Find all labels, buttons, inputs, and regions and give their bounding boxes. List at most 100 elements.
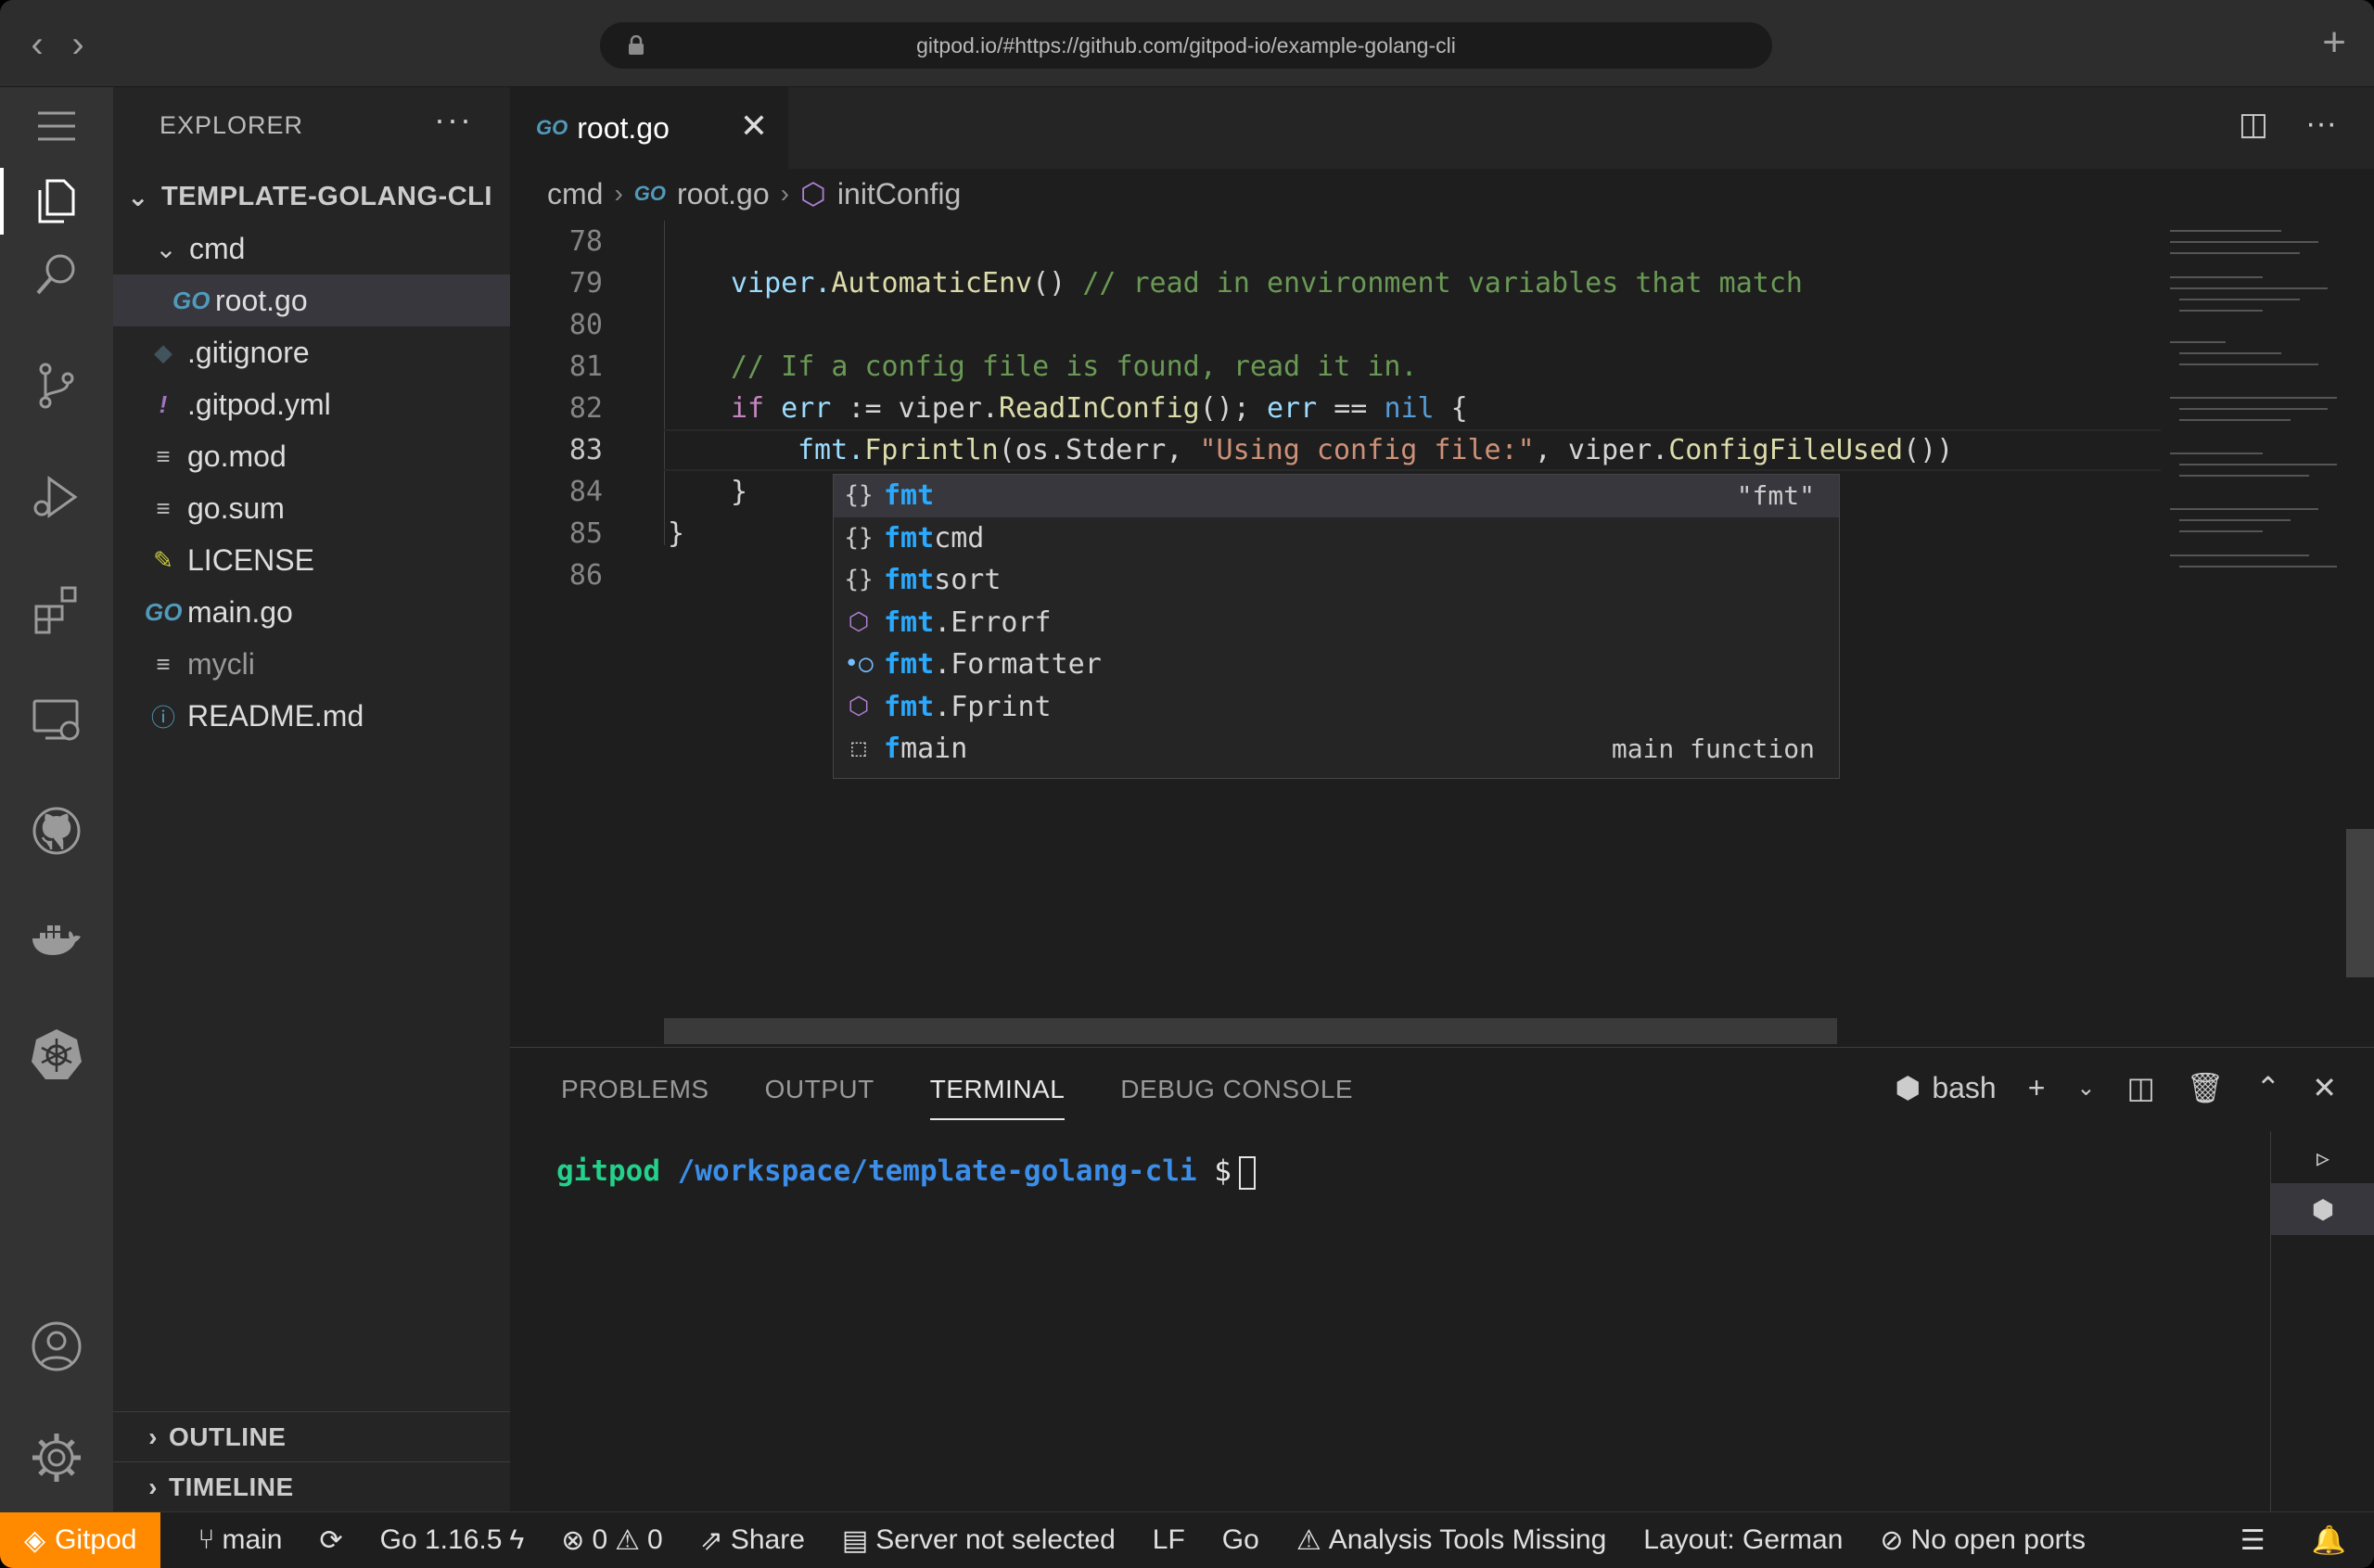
code-line-current: 83 fmt.Fprintln(os.Stderr, "Using config …	[510, 429, 2161, 471]
chevron-down-icon: ⌄	[155, 234, 177, 263]
terminal-instance-icon[interactable]: ⬢	[2271, 1183, 2374, 1235]
tree-item-go-mod[interactable]: ≡ go.mod	[113, 430, 510, 482]
split-terminal-icon[interactable]: ◫	[2127, 1070, 2155, 1105]
new-tab-icon[interactable]: +	[2322, 22, 2346, 63]
feedback-icon[interactable]: ☰	[2240, 1524, 2266, 1557]
terminal-launch-icon[interactable]: ▹	[2271, 1131, 2374, 1183]
tab-output[interactable]: OUTPUT	[765, 1048, 874, 1131]
docker-icon[interactable]	[23, 909, 90, 975]
settings-gear-icon[interactable]	[23, 1424, 90, 1491]
autocomplete-suggestions: {} fmt "fmt" {} fmtcmd {} fmtsort ⬡ fmt.…	[833, 474, 1840, 779]
terminal-shell-selector[interactable]: ⬢ bash	[1895, 1070, 1996, 1105]
share-icon: ⇗	[699, 1524, 723, 1556]
remote-explorer-icon[interactable]	[23, 686, 90, 753]
close-icon[interactable]: ✕	[2312, 1070, 2337, 1105]
sidebar-title: EXPLORER	[160, 111, 304, 139]
root-folder[interactable]: ⌄ TEMPLATE-GOLANG-CLI	[113, 171, 510, 223]
warning-icon: ⚠	[1295, 1524, 1321, 1556]
tree-item-label: root.go	[215, 283, 308, 317]
go-file-icon: GO	[145, 597, 183, 626]
chevron-right-icon: ›	[148, 1421, 158, 1451]
trash-icon[interactable]: 🗑	[2187, 1070, 2225, 1105]
menu-icon[interactable]	[23, 93, 90, 159]
new-terminal-icon[interactable]: +	[2028, 1071, 2046, 1105]
eol-indicator[interactable]: LF	[1153, 1524, 1185, 1556]
line-number: 78	[568, 225, 603, 258]
panel-actions: ⬢ bash + ⌄ ◫ 🗑 ⌃ ✕	[1895, 1070, 2337, 1105]
tree-item-readme[interactable]: ⓘ README.md	[113, 690, 510, 742]
suggestion-item[interactable]: •○ fmt.Formatter	[834, 644, 1839, 686]
vertical-scrollbar[interactable]	[2346, 829, 2374, 977]
forward-icon[interactable]: ›	[59, 26, 96, 63]
breadcrumb-item[interactable]: cmd	[547, 177, 603, 211]
maximize-panel-icon[interactable]: ⌃	[2255, 1070, 2280, 1105]
line-number: 83	[568, 434, 603, 466]
suggestion-item[interactable]: {} fmt "fmt"	[834, 475, 1839, 517]
analysis-tools-indicator[interactable]: ⚠ Analysis Tools Missing	[1296, 1524, 1606, 1557]
code-line: 79 viper.AutomaticEnv() // read in enviro…	[510, 262, 2161, 304]
run-debug-icon[interactable]	[23, 464, 90, 530]
tree-item-license[interactable]: ✎ LICENSE	[113, 534, 510, 586]
tree-item-label: mycli	[187, 646, 255, 681]
extensions-icon[interactable]	[23, 575, 90, 642]
breadcrumb-item[interactable]: initConfig	[837, 177, 961, 211]
tab-terminal[interactable]: TERMINAL	[929, 1048, 1066, 1131]
tree-item-go-sum[interactable]: ≡ go.sum	[113, 482, 510, 534]
warning-icon: ⚠	[615, 1524, 641, 1556]
share-button[interactable]: ⇗ Share	[700, 1524, 805, 1557]
keyboard-layout[interactable]: Layout: German	[1643, 1524, 1843, 1556]
server-indicator[interactable]: ▤ Server not selected	[842, 1524, 1116, 1557]
tab-root-go[interactable]: GO root.go ✕	[510, 87, 788, 169]
tab-debug-console[interactable]: DEBUG CONSOLE	[1120, 1048, 1353, 1131]
horizontal-scrollbar[interactable]	[664, 1018, 1837, 1044]
suggestion-item[interactable]: {} fmtcmd	[834, 517, 1839, 560]
suggestion-item[interactable]: ⬡ fmt.Fprint	[834, 686, 1839, 729]
outline-section[interactable]: › OUTLINE	[113, 1411, 510, 1461]
language-indicator[interactable]: Go	[1222, 1524, 1259, 1556]
more-actions-icon[interactable]: ···	[434, 100, 473, 139]
terminal-prompt: $	[1214, 1154, 1232, 1188]
close-icon[interactable]: ✕	[740, 108, 768, 145]
tree-item-label: .gitignore	[187, 335, 310, 369]
search-icon[interactable]	[23, 241, 90, 308]
account-icon[interactable]	[23, 1313, 90, 1380]
ports-indicator[interactable]: ⊘ No open ports	[1880, 1524, 2086, 1557]
address-bar[interactable]: gitpod.io/#https://github.com/gitpod-io/…	[600, 22, 1772, 69]
tab-label: root.go	[577, 110, 670, 145]
more-actions-icon[interactable]: ···	[2305, 106, 2337, 143]
explorer-icon[interactable]	[23, 168, 90, 235]
problems-indicator[interactable]: ⊗ 0 ⚠ 0	[561, 1524, 662, 1557]
notifications-bell-icon[interactable]: 🔔	[2312, 1524, 2346, 1557]
suggestion-item[interactable]: ⬚ fmain main function	[834, 728, 1839, 771]
tree-item-label: LICENSE	[187, 542, 314, 577]
terminal-output[interactable]: gitpod /workspace/template-golang-cli $	[556, 1154, 1256, 1190]
function-cube-icon: ⬡	[848, 692, 870, 720]
tree-item-root-go[interactable]: GO root.go	[113, 274, 510, 326]
chevron-down-icon: ⌄	[127, 182, 149, 211]
branch-indicator[interactable]: ⑂ main	[198, 1524, 282, 1556]
code-text: if err := viper.ReadInConfig(); err == n…	[731, 392, 1468, 425]
tab-problems[interactable]: PROBLEMS	[561, 1048, 709, 1131]
tree-item-gitpod-yml[interactable]: ! .gitpod.yml	[113, 378, 510, 430]
sync-icon[interactable]: ⟳	[320, 1524, 343, 1557]
text-file-icon: ≡	[156, 441, 171, 470]
tree-item-mycli[interactable]: ≡ mycli	[113, 638, 510, 690]
chevron-down-icon[interactable]: ⌄	[2076, 1075, 2095, 1102]
breadcrumb-item[interactable]: root.go	[677, 177, 770, 211]
kubernetes-icon[interactable]	[23, 1020, 90, 1087]
tree-item-gitignore[interactable]: ◆ .gitignore	[113, 326, 510, 378]
back-icon[interactable]: ‹	[19, 26, 56, 63]
root-folder-label: TEMPLATE-GOLANG-CLI	[161, 181, 492, 211]
server-icon: ▤	[841, 1524, 869, 1556]
suggestion-item[interactable]: {} fmtsort	[834, 559, 1839, 602]
tree-item-main-go[interactable]: GO main.go	[113, 586, 510, 638]
minimap[interactable]	[2161, 221, 2374, 1047]
gitpod-button[interactable]: ◈ Gitpod	[0, 1511, 161, 1568]
split-editor-icon[interactable]: ◫	[2239, 106, 2268, 143]
suggestion-item[interactable]: ⬡ fmt.Errorf	[834, 602, 1839, 644]
tree-item-cmd[interactable]: ⌄ cmd	[113, 223, 510, 274]
github-icon[interactable]	[23, 797, 90, 864]
timeline-section[interactable]: › TIMELINE	[113, 1461, 510, 1511]
source-control-icon[interactable]	[23, 352, 90, 419]
go-version[interactable]: Go 1.16.5 ϟ	[380, 1524, 525, 1556]
